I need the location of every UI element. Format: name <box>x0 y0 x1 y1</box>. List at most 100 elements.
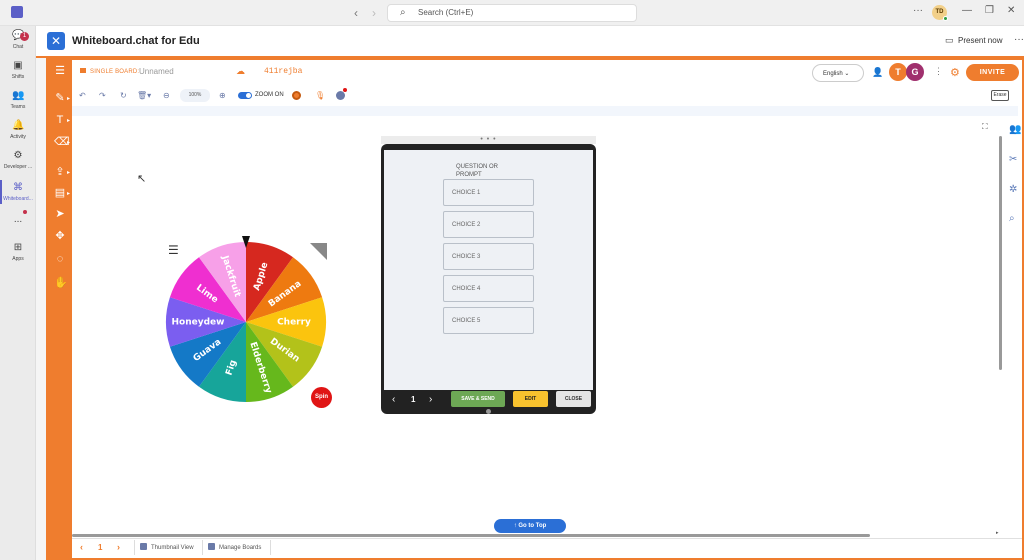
mic-icon[interactable]: 🎙 <box>315 91 325 100</box>
text-tool-icon[interactable]: T <box>54 114 66 126</box>
save-send-button[interactable]: SAVE & SEND <box>451 391 505 407</box>
whiteboard-logo-icon: ✕ <box>47 32 65 50</box>
people-icon[interactable]: 👥 <box>1009 124 1021 135</box>
go-to-top-button[interactable]: ↑ Go to Top <box>494 519 566 533</box>
whiteboard-icon: ⌘ <box>13 182 23 193</box>
rail-label-developer: Developer ... <box>3 164 33 170</box>
board-name[interactable]: Unnamed <box>139 67 174 76</box>
language-select[interactable]: English ⌄ <box>812 64 864 82</box>
tools-icon[interactable]: ✂ <box>1009 154 1017 165</box>
text-caret-icon[interactable]: ▸ <box>67 117 70 124</box>
rail-label-activity: Activity <box>10 134 26 140</box>
right-tool-rail <box>1004 116 1022 536</box>
eraser-tool-icon[interactable]: ⌫ <box>54 136 70 148</box>
close-button[interactable]: CLOSE <box>556 391 591 407</box>
app-more-icon[interactable]: ··· <box>1014 34 1024 45</box>
forward-arrow-icon[interactable]: › <box>372 6 376 20</box>
choice-1[interactable]: CHOICE 1 <box>443 179 534 206</box>
horizontal-scrollbar[interactable] <box>72 534 870 537</box>
restore-icon[interactable]: ❐ <box>985 5 994 16</box>
select-pointer-icon[interactable]: ➤ <box>54 208 66 220</box>
choice-2[interactable]: CHOICE 2 <box>443 211 534 238</box>
lasso-tool-icon[interactable]: ◌ <box>54 253 66 265</box>
card-drag-handle[interactable]: • • • <box>381 136 596 144</box>
avatar-t[interactable]: T <box>889 63 907 81</box>
back-arrow-icon[interactable]: ‹ <box>354 6 358 20</box>
rail-item-activity[interactable]: 🔔 Activity <box>0 120 36 140</box>
toolbox-caret-icon[interactable]: ▸ <box>67 190 70 197</box>
spin-button[interactable]: Spin <box>311 387 332 408</box>
erase-button[interactable]: Erase <box>991 90 1009 101</box>
pen-tool-icon[interactable]: ✎ <box>54 92 66 104</box>
choice-5[interactable]: CHOICE 5 <box>443 307 534 334</box>
search-canvas-icon[interactable]: ⌕ <box>1009 213 1015 224</box>
next-page-icon[interactable]: › <box>117 542 120 552</box>
hamburger-menu-icon[interactable]: ☰ <box>54 65 66 77</box>
board-more-icon[interactable]: ⋮ <box>934 66 943 77</box>
zoom-on-label: ZOOM ON <box>255 92 284 98</box>
card-next-icon[interactable]: › <box>429 394 432 405</box>
fullscreen-icon[interactable]: ⛶ <box>982 122 988 132</box>
move-tool-icon[interactable]: ✥ <box>54 230 66 242</box>
prev-page-icon[interactable]: ‹ <box>80 542 83 552</box>
redo-icon[interactable]: ↷ <box>99 91 106 100</box>
upload-caret-icon[interactable]: ▸ <box>67 169 70 176</box>
gear-icon[interactable]: ⚙ <box>950 66 960 79</box>
more-options-icon[interactable]: ··· <box>913 5 923 16</box>
footer-divider <box>270 540 271 555</box>
manage-boards-icon <box>208 543 215 550</box>
upload-tool-icon[interactable]: ⇪ <box>54 166 66 178</box>
scroll-right-icon[interactable]: ▸ <box>996 530 999 536</box>
rail-item-apps[interactable]: ⊞ Apps <box>0 242 36 262</box>
vertical-scrollbar[interactable] <box>999 136 1002 370</box>
pen-caret-icon[interactable]: ▸ <box>67 95 70 102</box>
edit-button[interactable]: EDIT <box>513 391 548 407</box>
eraser-caret-icon[interactable]: ▸ <box>67 139 70 146</box>
user-avatar[interactable]: TD <box>932 5 948 21</box>
rail-item-developer[interactable]: ⚙ Developer ... <box>0 150 36 170</box>
user-initials: TD <box>935 9 944 15</box>
present-now-button[interactable]: Present now <box>958 36 1002 45</box>
rail-item-more[interactable]: ... <box>0 214 36 225</box>
help-icon[interactable] <box>336 91 345 100</box>
cloud-save-icon[interactable]: ☁ <box>236 66 245 77</box>
rail-label-teams: Teams <box>10 104 26 110</box>
rail-item-shifts[interactable]: ▣ Shifts <box>0 60 36 80</box>
help-alert-dot <box>343 88 347 92</box>
card-prev-icon[interactable]: ‹ <box>392 394 395 405</box>
search-placeholder: Search (Ctrl+E) <box>418 8 474 17</box>
rail-item-teams[interactable]: 👥 Teams <box>0 90 36 110</box>
rail-item-whiteboard[interactable]: ⌘ Whiteboard... <box>0 182 36 202</box>
manage-boards-button[interactable]: Manage Boards <box>208 543 261 551</box>
close-window-icon[interactable]: ✕ <box>1007 5 1015 16</box>
thumbnail-view-button[interactable]: Thumbnail View <box>140 543 194 551</box>
question-prompt[interactable]: QUESTION OR PROMPT <box>456 163 522 180</box>
board-type-label: SINGLE BOARD: <box>80 68 139 75</box>
spinner-wheel[interactable]: AppleBananaCherryDurianElderberryFigGuav… <box>165 234 327 406</box>
participant-icon[interactable]: 👤 <box>872 67 883 78</box>
record-icon[interactable] <box>292 91 301 100</box>
footer-page-number: 1 <box>98 543 103 552</box>
zoom-toggle[interactable] <box>238 92 252 99</box>
minimize-icon[interactable]: — <box>962 5 972 16</box>
hand-pan-icon[interactable]: ✋ <box>54 277 68 289</box>
presence-available-icon <box>943 16 948 21</box>
search-input[interactable]: ⌕ Search (Ctrl+E) <box>387 4 637 22</box>
card-bottom-handle[interactable] <box>486 409 491 414</box>
toolbox-icon[interactable]: ▤ <box>54 187 66 199</box>
choice-4[interactable]: CHOICE 4 <box>443 275 534 302</box>
choice-3[interactable]: CHOICE 3 <box>443 243 534 270</box>
undo-icon[interactable]: ↶ <box>79 91 86 100</box>
delete-icon[interactable]: 🗑▾ <box>137 91 151 100</box>
apps-grid-icon[interactable]: ✲ <box>1009 184 1017 195</box>
shifts-icon: ▣ <box>13 60 23 71</box>
zoom-out-icon[interactable]: ⊖ <box>163 91 170 100</box>
invite-button[interactable]: INVITE <box>966 64 1019 81</box>
window-titlebar: ‹ › ⌕ Search (Ctrl+E) ··· TD — ❐ ✕ <box>0 0 1024 26</box>
refresh-icon[interactable]: ↻ <box>120 91 127 100</box>
card-page-number: 1 <box>411 395 416 404</box>
mouse-cursor-icon: ↖ <box>137 173 147 185</box>
avatar-g[interactable]: G <box>906 63 924 81</box>
rail-item-chat[interactable]: 💬 1 Chat <box>0 30 36 50</box>
zoom-in-icon[interactable]: ⊕ <box>219 91 226 100</box>
